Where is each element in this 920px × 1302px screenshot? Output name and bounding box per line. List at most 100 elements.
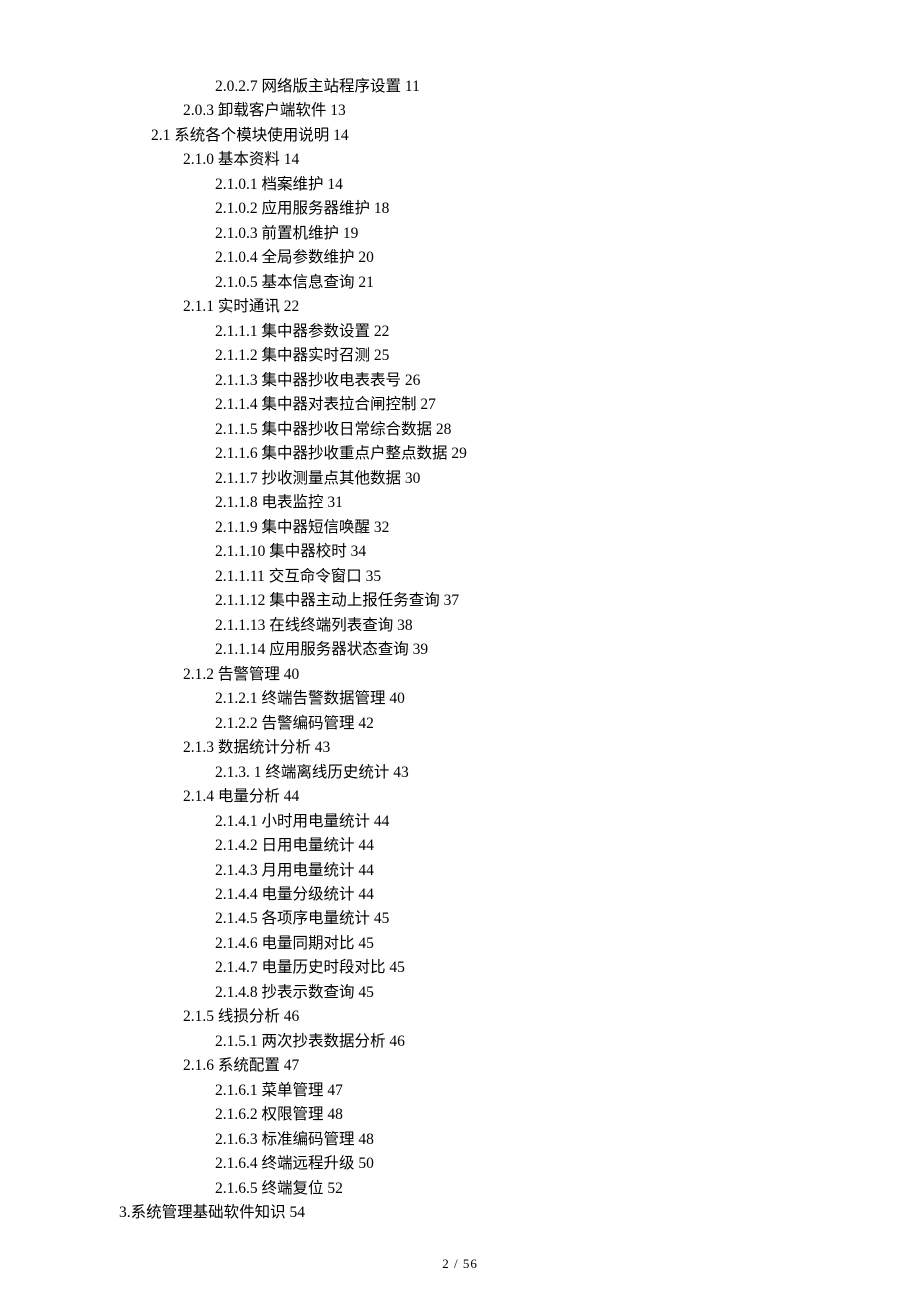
toc-entry-title: 小时用电量统计: [262, 813, 371, 830]
toc-entry-number: 2.1.5.1: [215, 1033, 258, 1050]
toc-entry-title: 两次抄表数据分析: [262, 1033, 386, 1050]
page-body: 2.0.2.7 网络版主站程序设置 112.0.3 卸载客户端软件 132.1 …: [0, 0, 920, 1226]
toc-entry-page: 47: [327, 1082, 343, 1099]
toc-entry-page: 25: [374, 347, 390, 364]
toc-entry-number: 2.1.4.4: [215, 886, 258, 903]
toc-entry: 2.1.4.1 小时用电量统计 44: [119, 810, 860, 834]
toc-entry-title: 基本资料: [218, 151, 280, 168]
toc-entry-page: 45: [358, 984, 374, 1001]
toc-entry-number: 2.1.4.6: [215, 935, 258, 952]
toc-entry-title: 电表监控: [262, 494, 324, 511]
toc-entry: 2.1.1.13 在线终端列表查询 38: [119, 614, 860, 638]
toc-entry-title: 应用服务器状态查询: [269, 641, 409, 658]
toc-entry-page: 26: [405, 372, 421, 389]
toc-entry-number: 2.1.4.8: [215, 984, 258, 1001]
toc-entry-number: 2.1.4.7: [215, 959, 258, 976]
toc-entry-title: 告警编码管理: [262, 715, 355, 732]
toc-entry: 2.1.0.1 档案维护 14: [119, 173, 860, 197]
toc-entry-page: 40: [389, 690, 405, 707]
toc-entry-title: 集中器实时召测: [262, 347, 371, 364]
toc-entry: 2.1.6.3 标准编码管理 48: [119, 1128, 860, 1152]
toc-entry: 2.1.4 电量分析 44: [119, 785, 860, 809]
toc-entry-title: 卸载客户端软件: [218, 102, 327, 119]
toc-entry-page: 14: [333, 127, 349, 144]
toc-entry: 2.0.3 卸载客户端软件 13: [119, 99, 860, 123]
toc-entry-title: 月用电量统计: [262, 862, 355, 879]
toc-entry-page: 48: [327, 1106, 343, 1123]
page-footer: 2 / 56: [0, 1254, 920, 1275]
toc-entry: 2.1.1.2 集中器实时召测 25: [119, 344, 860, 368]
toc-entry-number: 2.1.6.5: [215, 1180, 258, 1197]
toc-entry-page: 48: [358, 1131, 374, 1148]
toc-entry-number: 2.1.4.2: [215, 837, 258, 854]
table-of-contents: 2.0.2.7 网络版主站程序设置 112.0.3 卸载客户端软件 132.1 …: [119, 75, 860, 1226]
toc-entry: 2.1.6.4 终端远程升级 50: [119, 1152, 860, 1176]
toc-entry-page: 18: [374, 200, 390, 217]
toc-entry-page: 21: [358, 274, 374, 291]
toc-entry-page: 27: [420, 396, 436, 413]
toc-entry-number: 2.1.1.6: [215, 445, 258, 462]
toc-entry-number: 2.1.0.2: [215, 200, 258, 217]
toc-entry-title: 前置机维护: [262, 225, 340, 242]
toc-entry-page: 42: [358, 715, 374, 732]
toc-entry-title: 告警管理: [218, 666, 280, 683]
toc-entry-number: 2.1.4: [183, 788, 214, 805]
toc-entry: 2.1 系统各个模块使用说明 14: [119, 124, 860, 148]
toc-entry-title: 抄收测量点其他数据: [262, 470, 402, 487]
toc-entry-page: 43: [393, 764, 409, 781]
toc-entry-title: 线损分析: [218, 1008, 280, 1025]
toc-entry-title: 在线终端列表查询: [269, 617, 393, 634]
toc-entry: 2.1.1.9 集中器短信唤醒 32: [119, 516, 860, 540]
toc-entry: 2.1.0.2 应用服务器维护 18: [119, 197, 860, 221]
toc-entry: 2.1.2 告警管理 40: [119, 663, 860, 687]
toc-entry-page: 44: [358, 862, 374, 879]
toc-entry-title: 抄表示数查询: [262, 984, 355, 1001]
toc-entry-page: 22: [374, 323, 390, 340]
toc-entry-number: 2.1.1.11: [215, 568, 265, 585]
toc-entry-page: 30: [405, 470, 421, 487]
toc-entry: 2.1.3 数据统计分析 43: [119, 736, 860, 760]
toc-entry-title: 网络版主站程序设置: [262, 78, 402, 95]
toc-entry-page: 29: [451, 445, 467, 462]
toc-entry-page: 45: [389, 959, 405, 976]
toc-entry-title: 终端复位: [262, 1180, 324, 1197]
toc-entry-number: 2.0.2.7: [215, 78, 258, 95]
toc-entry: 2.1.3. 1 终端离线历史统计 43: [119, 761, 860, 785]
toc-entry-number: 2.1.1: [183, 298, 214, 315]
footer-total-pages: 56: [463, 1256, 478, 1271]
toc-entry-page: 35: [366, 568, 382, 585]
toc-entry: 2.1.1.11 交互命令窗口 35: [119, 565, 860, 589]
toc-entry-title: 集中器抄收日常综合数据: [262, 421, 433, 438]
toc-entry-page: 45: [358, 935, 374, 952]
footer-separator: /: [450, 1256, 463, 1271]
footer-current-page: 2: [442, 1256, 450, 1271]
toc-entry-number: 2.1.2: [183, 666, 214, 683]
toc-entry-title: 菜单管理: [262, 1082, 324, 1099]
toc-entry-page: 31: [327, 494, 343, 511]
toc-entry-title: 集中器抄收电表表号: [262, 372, 402, 389]
toc-entry-page: 45: [374, 910, 390, 927]
toc-entry-page: 14: [327, 176, 343, 193]
toc-entry-page: 13: [330, 102, 346, 119]
toc-entry-title: 集中器对表拉合闸控制: [262, 396, 417, 413]
toc-entry-number: 2.1.1.3: [215, 372, 258, 389]
toc-entry-title: 系统管理基础软件知识: [131, 1204, 286, 1221]
toc-entry: 2.1.0.5 基本信息查询 21: [119, 271, 860, 295]
toc-entry: 2.1.4.7 电量历史时段对比 45: [119, 956, 860, 980]
toc-entry-page: 19: [343, 225, 359, 242]
toc-entry: 2.1.6.5 终端复位 52: [119, 1177, 860, 1201]
toc-entry-title: 电量分析: [218, 788, 280, 805]
toc-entry-page: 34: [351, 543, 367, 560]
toc-entry-title: 实时通讯: [218, 298, 280, 315]
toc-entry-page: 28: [436, 421, 452, 438]
toc-entry-title: 日用电量统计: [262, 837, 355, 854]
toc-entry-page: 14: [284, 151, 300, 168]
toc-entry-number: 2.1.1.13: [215, 617, 265, 634]
toc-entry-number: 2.1.1.1: [215, 323, 258, 340]
toc-entry-title: 集中器抄收重点户整点数据: [262, 445, 448, 462]
toc-entry: 2.1.1.6 集中器抄收重点户整点数据 29: [119, 442, 860, 466]
toc-entry-title: 标准编码管理: [262, 1131, 355, 1148]
toc-entry-page: 52: [327, 1180, 343, 1197]
toc-entry-title: 集中器参数设置: [262, 323, 371, 340]
toc-entry-title: 电量同期对比: [262, 935, 355, 952]
